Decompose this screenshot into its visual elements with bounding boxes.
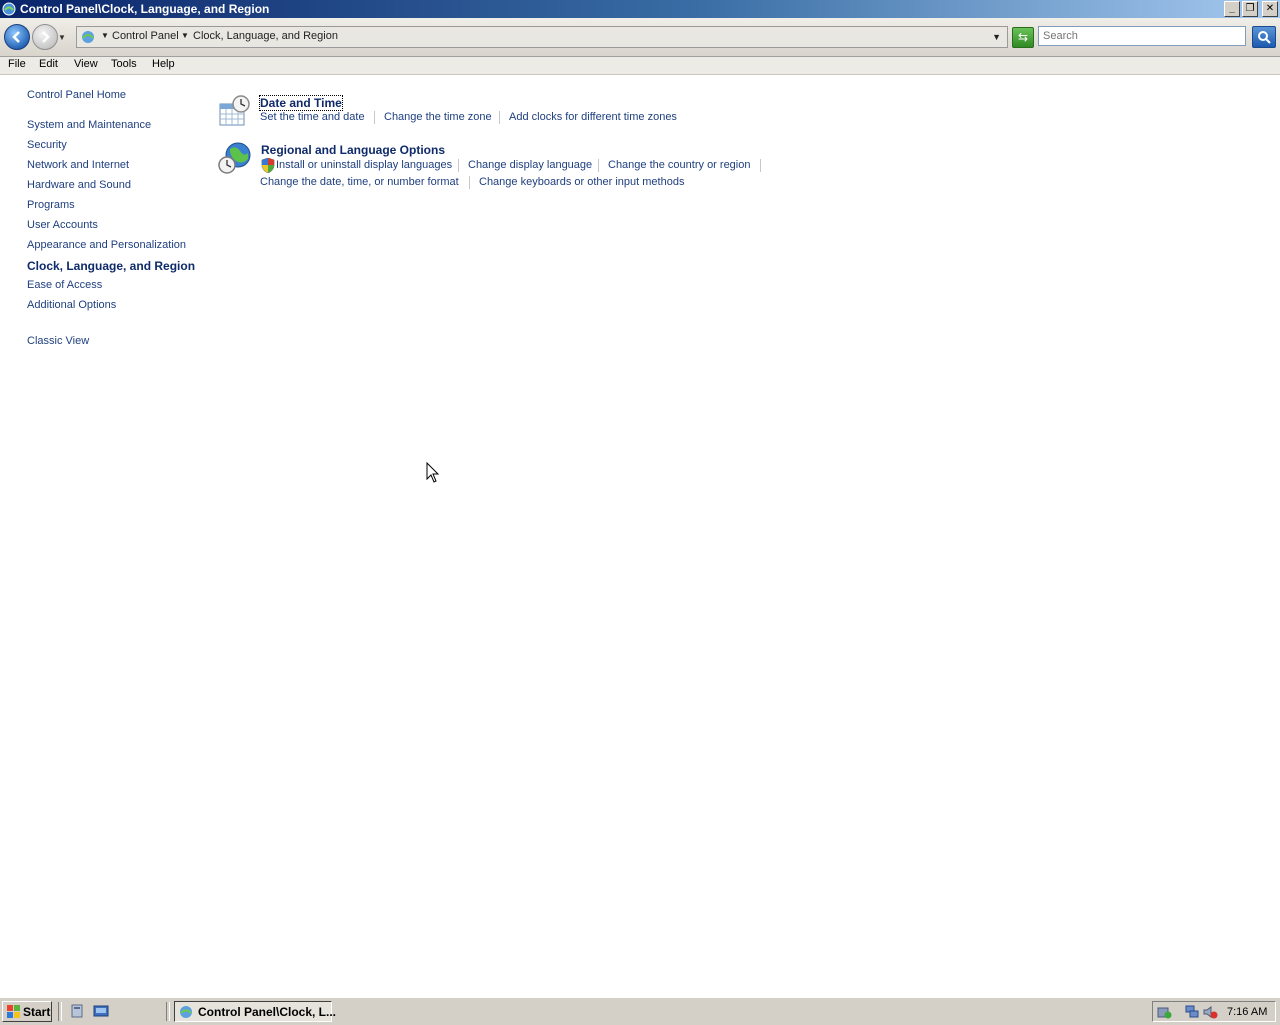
forward-button[interactable] [32, 24, 58, 50]
task-change-display-language[interactable]: Change display language [468, 159, 592, 171]
control-panel-icon [82, 31, 94, 43]
start-button[interactable]: Start [2, 1001, 52, 1022]
server-manager-icon[interactable] [70, 1004, 86, 1018]
sidebar-item-system-and-maintenance[interactable]: System and Maintenance [27, 119, 151, 131]
task-change-time-zone[interactable]: Change the time zone [384, 111, 492, 123]
breadcrumb-control-panel[interactable]: Control Panel [112, 30, 179, 42]
windows-flag-icon [7, 1005, 20, 1018]
quicklaunch-separator [58, 1002, 62, 1021]
breadcrumb-current[interactable]: Clock, Language, and Region [193, 30, 338, 42]
clock-calendar-icon [219, 95, 250, 126]
sidebar-control-panel-home[interactable]: Control Panel Home [27, 89, 126, 101]
separator [598, 159, 599, 172]
search-icon [1258, 31, 1271, 44]
globe-clock-icon [218, 142, 251, 174]
sidebar-item-additional-options[interactable]: Additional Options [27, 299, 116, 311]
menu-file[interactable]: File [8, 58, 26, 70]
separator [469, 176, 470, 189]
menu-bar: File Edit View Tools Help [0, 57, 1280, 75]
sidebar-item-user-accounts[interactable]: User Accounts [27, 219, 98, 231]
refresh-icon: ⇆ [1017, 30, 1029, 44]
task-set-time-and-date[interactable]: Set the time and date [260, 111, 365, 123]
sidebar-item-clock-language-region[interactable]: Clock, Language, and Region [27, 259, 195, 273]
separator [499, 111, 500, 124]
task-change-country-region[interactable]: Change the country or region [608, 159, 750, 171]
date-and-time-link[interactable]: Date and Time [259, 95, 343, 111]
title-bar[interactable]: Control Panel\Clock, Language, and Regio… [0, 0, 1280, 18]
search-button[interactable] [1252, 26, 1276, 48]
uac-shield-icon [261, 158, 275, 173]
task-add-clocks[interactable]: Add clocks for different time zones [509, 111, 677, 123]
task-change-keyboards[interactable]: Change keyboards or other input methods [479, 176, 684, 188]
volume-muted-icon[interactable] [1203, 1005, 1218, 1019]
task-change-date-time-number-format[interactable]: Change the date, time, or number format [260, 176, 459, 188]
breadcrumb-arrow-icon[interactable]: ▼ [101, 31, 109, 40]
address-field[interactable]: ▼ Control Panel ▼ Clock, Language, and R… [76, 26, 1008, 48]
start-label: Start [23, 1005, 51, 1019]
security-center-icon[interactable] [1157, 1005, 1172, 1019]
control-panel-icon [2, 2, 16, 16]
address-dropdown-icon[interactable]: ▼ [992, 32, 1001, 42]
sidebar-item-appearance[interactable]: Appearance and Personalization [27, 239, 186, 251]
sidebar-classic-view[interactable]: Classic View [27, 335, 89, 347]
sidebar-item-hardware-and-sound[interactable]: Hardware and Sound [27, 179, 131, 191]
separator [458, 159, 459, 172]
regional-and-language-link[interactable]: Regional and Language Options [261, 143, 445, 157]
separator [760, 159, 761, 172]
taskbar: Start Control Panel\Clock, L... 7:16 AM [0, 997, 1280, 1025]
separator [374, 111, 375, 124]
sidebar-item-security[interactable]: Security [27, 139, 67, 151]
sidebar-item-network-and-internet[interactable]: Network and Internet [27, 159, 129, 171]
arrow-right-icon [42, 31, 50, 43]
sidebar-item-programs[interactable]: Programs [27, 199, 75, 211]
arrow-left-icon [12, 31, 20, 43]
refresh-button[interactable]: ⇆ [1012, 27, 1034, 48]
recent-pages-dropdown-icon[interactable]: ▼ [58, 33, 66, 42]
sidebar-item-ease-of-access[interactable]: Ease of Access [27, 279, 102, 291]
mouse-cursor-icon [426, 462, 440, 483]
window-title: Control Panel\Clock, Language, and Regio… [20, 2, 270, 16]
address-toolbar: ▼ ▼ Control Panel ▼ Clock, Language, and… [0, 18, 1280, 57]
show-desktop-icon[interactable] [93, 1004, 109, 1018]
restore-button[interactable]: ❐ [1242, 1, 1258, 17]
menu-help[interactable]: Help [152, 58, 175, 70]
menu-view[interactable]: View [74, 58, 98, 70]
search-input[interactable] [1038, 26, 1246, 46]
menu-edit[interactable]: Edit [39, 58, 58, 70]
back-button[interactable] [4, 24, 30, 50]
control-panel-icon [180, 1006, 192, 1018]
breadcrumb-arrow-icon[interactable]: ▼ [181, 31, 189, 40]
quicklaunch-separator [166, 1002, 170, 1021]
taskbar-clock[interactable]: 7:16 AM [1227, 1006, 1267, 1018]
taskbar-window-label: Control Panel\Clock, L... [198, 1005, 337, 1019]
menu-tools[interactable]: Tools [111, 58, 137, 70]
network-icon[interactable] [1185, 1005, 1200, 1019]
taskbar-window-button[interactable]: Control Panel\Clock, L... [174, 1001, 336, 1022]
system-tray: 7:16 AM [1152, 1001, 1276, 1022]
minimize-button[interactable]: _ [1224, 1, 1240, 17]
task-install-display-languages[interactable]: Install or uninstall display languages [276, 159, 452, 171]
close-button[interactable]: ✕ [1262, 1, 1278, 17]
